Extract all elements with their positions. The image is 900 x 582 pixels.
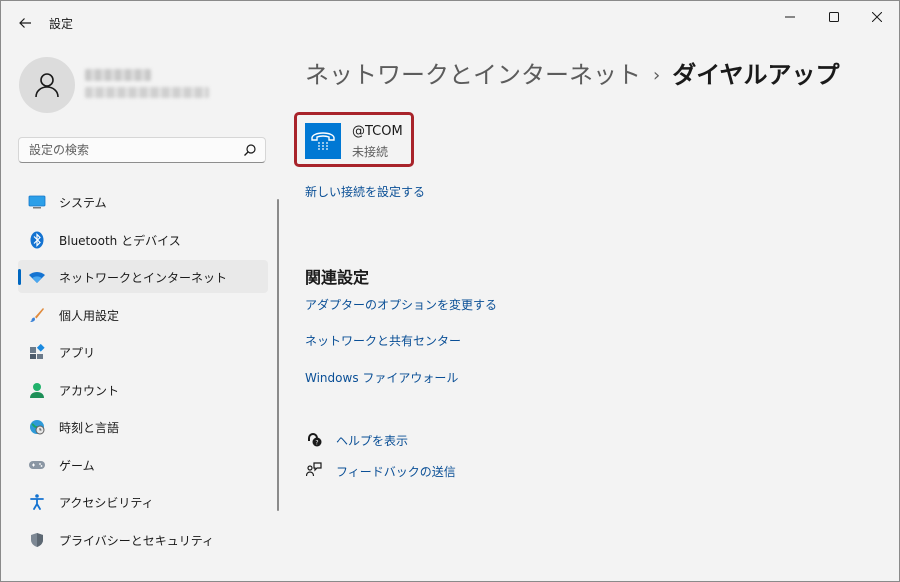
sidebar-item-privacy[interactable]: プライバシーとセキュリティ xyxy=(18,523,268,556)
sidebar-item-bluetooth[interactable]: Bluetooth とデバイス xyxy=(18,223,268,256)
sidebar-item-label: ネットワークとインターネット xyxy=(59,271,228,285)
back-button[interactable] xyxy=(13,11,37,35)
title-bar: 設定 xyxy=(1,1,899,45)
sidebar-item-gaming[interactable]: ゲーム xyxy=(18,448,268,481)
sidebar-item-label: アプリ xyxy=(59,346,96,360)
sidebar-item-accounts[interactable]: アカウント xyxy=(18,373,268,406)
person-icon xyxy=(35,73,59,98)
adapter-options-link[interactable]: アダプターのオプションを変更する xyxy=(305,296,497,313)
sidebar-item-label: Bluetooth とデバイス xyxy=(59,233,181,248)
sidebar-item-label: システム xyxy=(59,196,107,210)
apps-icon xyxy=(28,343,46,361)
sidebar-item-apps[interactable]: アプリ xyxy=(18,335,268,368)
network-sharing-center-link[interactable]: ネットワークと共有センター xyxy=(305,332,461,349)
sidebar-item-label: アクセシビリティ xyxy=(59,496,154,510)
settings-window: 設定 シ xyxy=(0,0,900,582)
connection-status: 未接続 xyxy=(352,145,389,159)
search-input[interactable] xyxy=(19,138,249,162)
sidebar-item-system[interactable]: システム xyxy=(18,185,268,218)
sidebar-item-time-language[interactable]: 時刻と言語 xyxy=(18,410,268,443)
feedback-icon xyxy=(305,461,323,479)
breadcrumb: ネットワークとインターネット › ダイヤルアップ xyxy=(305,55,839,90)
connection-name: @TCOM xyxy=(352,124,403,139)
system-icon xyxy=(28,193,46,211)
brush-icon xyxy=(28,306,46,324)
connection-tile xyxy=(305,123,341,159)
dialup-connection-card[interactable]: @TCOM 未接続 xyxy=(294,112,414,167)
maximize-icon xyxy=(829,12,839,22)
search-box[interactable] xyxy=(18,137,266,163)
related-settings-title: 関連設定 xyxy=(305,268,370,287)
sidebar-item-label: 個人用設定 xyxy=(59,308,120,323)
minimize-button[interactable] xyxy=(767,1,813,33)
search-icon[interactable] xyxy=(243,143,257,157)
help-icon: ? xyxy=(305,430,323,448)
close-icon xyxy=(872,12,882,22)
network-icon xyxy=(28,268,46,286)
minimize-icon xyxy=(785,16,795,18)
new-connection-link[interactable]: 新しい接続を設定する xyxy=(305,183,425,200)
maximize-button[interactable] xyxy=(811,1,857,33)
blurred-user-email xyxy=(85,87,209,98)
sidebar-item-network[interactable]: ネットワークとインターネット xyxy=(18,260,268,293)
sidebar-item-personalization[interactable]: 個人用設定 xyxy=(18,298,268,331)
sidebar-item-accessibility[interactable]: アクセシビリティ xyxy=(18,485,268,518)
window-title: 設定 xyxy=(49,17,74,31)
breadcrumb-parent[interactable]: ネットワークとインターネット xyxy=(305,61,641,89)
sidebar-item-label: ゲーム xyxy=(59,458,95,473)
sidebar-item-label: アカウント xyxy=(59,383,120,398)
time-language-icon xyxy=(28,418,46,436)
page-title: ダイヤルアップ xyxy=(672,61,840,89)
blurred-user-name xyxy=(85,69,151,81)
sidebar-item-label: プライバシーとセキュリティ xyxy=(59,533,215,548)
avatar xyxy=(19,57,75,113)
telephone-icon xyxy=(311,132,335,150)
svg-text:?: ? xyxy=(315,439,318,446)
breadcrumb-separator: › xyxy=(653,65,661,86)
gamepad-icon xyxy=(28,456,46,474)
accessibility-icon xyxy=(28,493,46,511)
account-icon xyxy=(28,381,46,399)
windows-firewall-link[interactable]: Windows ファイアウォール xyxy=(305,369,458,386)
shield-icon xyxy=(28,531,46,549)
arrow-left-icon xyxy=(19,18,31,28)
feedback-link[interactable]: フィードバックの送信 xyxy=(336,463,456,480)
bluetooth-icon xyxy=(28,231,46,249)
close-button[interactable] xyxy=(854,1,899,33)
sidebar-scrollbar[interactable] xyxy=(277,199,279,511)
help-link[interactable]: ヘルプを表示 xyxy=(336,432,408,449)
sidebar-item-label: 時刻と言語 xyxy=(59,421,120,435)
sidebar-nav: システム Bluetooth とデバイス ネットワークとインターネット 個人用設… xyxy=(18,185,268,560)
